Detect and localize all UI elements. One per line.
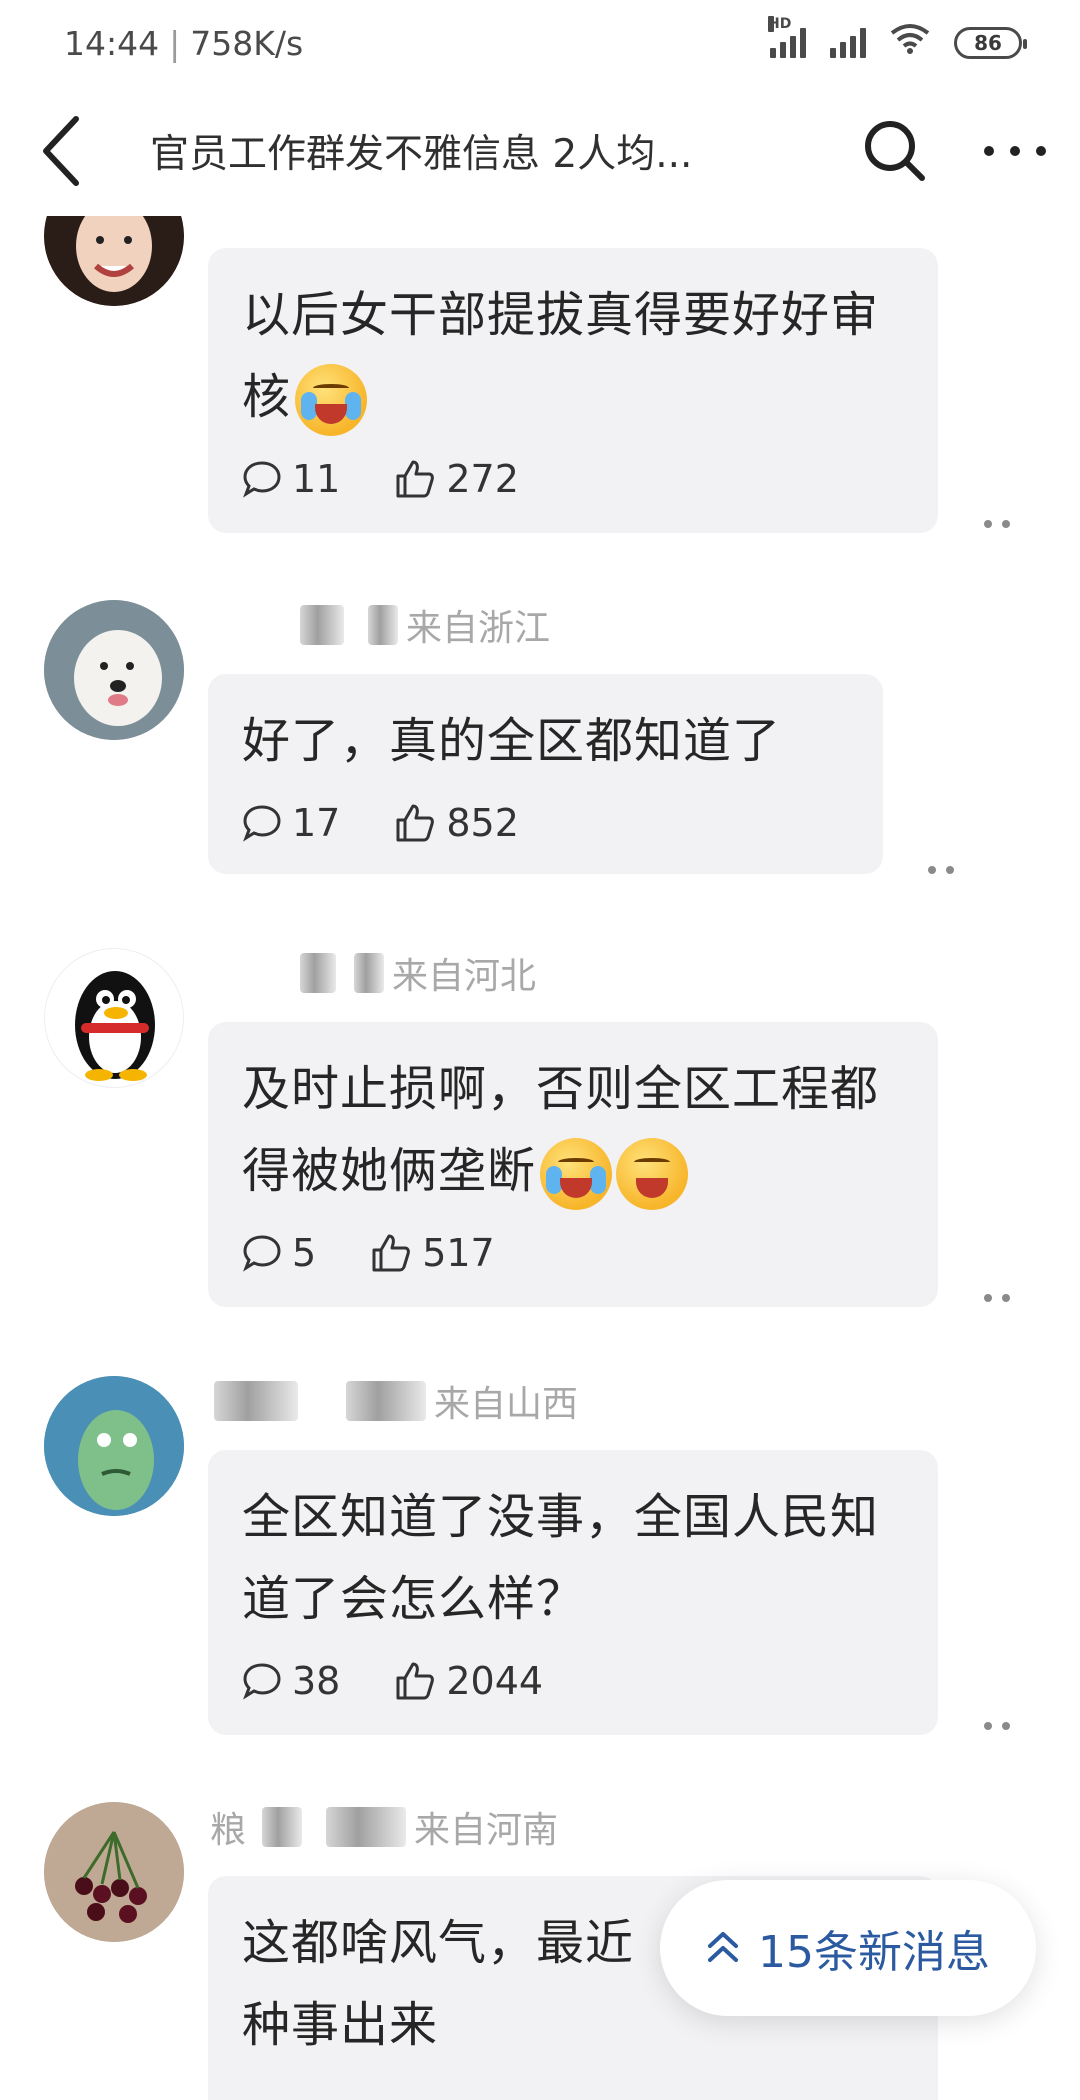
back-arrow-icon	[43, 116, 79, 186]
thumbs-up-icon	[396, 1662, 435, 1700]
reply-count: 38	[292, 1659, 341, 1703]
comment-actions: 17 852	[242, 788, 849, 858]
redacted-username	[368, 605, 398, 645]
user-avatar[interactable]	[44, 1802, 184, 1942]
like-button[interactable]: 2044	[394, 1659, 543, 1703]
like-count: 2044	[446, 1659, 544, 1703]
redacted-username	[262, 1807, 303, 1847]
user-avatar[interactable]	[44, 600, 184, 740]
grinning-emoji-icon	[616, 1138, 689, 1210]
comment-bubble[interactable]: 好了，真的全区都知道了 17 852	[208, 674, 883, 874]
thumbs-up-icon	[396, 804, 435, 842]
username-prefix: 粮	[210, 1810, 247, 1851]
comment-bubble[interactable]: 及时止损啊，否则全区工程都得被她俩垄断 5 517	[208, 1022, 938, 1307]
comment-more-button[interactable]	[984, 1288, 1010, 1308]
comment-location: 来自河北	[392, 956, 537, 997]
crying-laughing-emoji-icon	[540, 1138, 613, 1210]
comment-more-button[interactable]	[928, 860, 954, 880]
double-chevron-up-icon	[708, 1932, 738, 1962]
status-time: 14:44	[64, 23, 160, 63]
status-separator: |	[169, 23, 181, 63]
user-avatar[interactable]	[44, 216, 184, 306]
back-button[interactable]	[0, 86, 120, 216]
user-avatar[interactable]	[44, 1376, 184, 1516]
comment-more-button[interactable]	[984, 514, 1010, 534]
reply-button[interactable]: 38	[242, 1659, 340, 1703]
comment-bubble[interactable]: 全区知道了没事，全国人民知道了会怎么样？ 38 2044	[208, 1450, 938, 1735]
like-button[interactable]: 272	[394, 457, 519, 501]
network-speed: 758K/s	[190, 23, 304, 63]
comment-more-button[interactable]	[984, 1716, 1010, 1736]
like-count: 272	[446, 457, 519, 501]
reply-count: 11	[292, 457, 341, 501]
wifi-icon	[890, 23, 930, 63]
redacted-username	[346, 1381, 426, 1421]
redacted-username	[354, 953, 384, 993]
reply-count: 17	[292, 801, 341, 845]
comment-bubble-icon	[243, 1663, 281, 1700]
comment-meta: 来自河北	[300, 948, 536, 998]
comment-location: 来自河南	[414, 1810, 559, 1851]
comment-bubble-icon	[243, 805, 281, 842]
hd-label: HD	[768, 16, 792, 32]
comment-actions: 5 517	[242, 1218, 904, 1288]
redacted-username	[326, 1807, 407, 1847]
comment-bubble-icon	[243, 1235, 281, 1272]
search-icon	[865, 121, 925, 181]
comment-location: 来自山西	[434, 1384, 579, 1425]
cellular-signal-icon: HD	[768, 16, 806, 58]
avatar-penguin-image	[75, 971, 155, 1081]
reply-button[interactable]: 17	[242, 801, 340, 845]
crying-laughing-emoji-icon	[295, 364, 368, 436]
redacted-username	[214, 1381, 298, 1421]
like-count: 852	[446, 801, 519, 845]
top-nav-bar: 官员工作群发不雅信息 2人均...	[0, 86, 1080, 216]
more-options-button[interactable]	[950, 86, 1080, 216]
reply-count: 5	[292, 1231, 317, 1275]
thumbs-up-icon	[372, 1234, 411, 1272]
redacted-username	[300, 953, 336, 993]
comment-text: 好了，真的全区都知道了	[242, 713, 782, 769]
status-left: 14:44 | 758K/s	[64, 24, 303, 63]
article-title[interactable]: 官员工作群发不雅信息 2人均...	[120, 123, 840, 179]
like-button[interactable]: 517	[370, 1231, 495, 1275]
comment-location: 来自浙江	[406, 608, 551, 649]
battery-icon: 86	[954, 27, 1027, 59]
redacted-username	[300, 605, 344, 645]
new-messages-label: 15条新消息	[758, 1927, 990, 1978]
search-button[interactable]	[840, 86, 950, 216]
user-avatar[interactable]	[44, 948, 184, 1088]
avatar-woman-image	[44, 216, 184, 306]
new-messages-button[interactable]: 15条新消息	[660, 1880, 1036, 2016]
comment-text: 以后女干部提拔真得要好好审核	[242, 274, 904, 438]
status-right: HD 86	[768, 16, 1027, 63]
comment-bubble[interactable]: 以后女干部提拔真得要好好审核 11 272	[208, 248, 938, 533]
reply-button[interactable]: 11	[242, 457, 340, 501]
comment-bubble-icon	[243, 461, 281, 498]
comment-text: 及时止损啊，否则全区工程都得被她俩垄断	[242, 1048, 904, 1212]
avatar-dog-image	[44, 600, 184, 740]
like-button[interactable]: 852	[394, 801, 519, 845]
status-bar: 14:44 | 758K/s HD 86	[0, 0, 1080, 86]
like-count: 517	[422, 1231, 495, 1275]
comment-meta: 来自浙江	[300, 600, 550, 650]
reply-button[interactable]: 5	[242, 1231, 316, 1275]
cellular-signal-2-icon	[830, 28, 866, 58]
comment-actions: 11 272	[242, 444, 904, 514]
avatar-cartoon-image	[44, 1376, 184, 1516]
comment-meta: 粮 来自河南	[210, 1802, 558, 1852]
comment-text: 全区知道了没事，全国人民知道了会怎么样？	[242, 1489, 880, 1627]
avatar-cherries-image	[44, 1802, 184, 1942]
more-horizontal-icon	[984, 146, 1046, 156]
comment-actions: 38 2044	[242, 1646, 904, 1716]
comment-feed[interactable]: 以后女干部提拔真得要好好审核 11 272 来自浙江 好了，真的全区都知道了 1…	[0, 216, 1080, 2100]
comment-meta: 来自山西	[214, 1376, 578, 1426]
thumbs-up-icon	[396, 460, 435, 498]
